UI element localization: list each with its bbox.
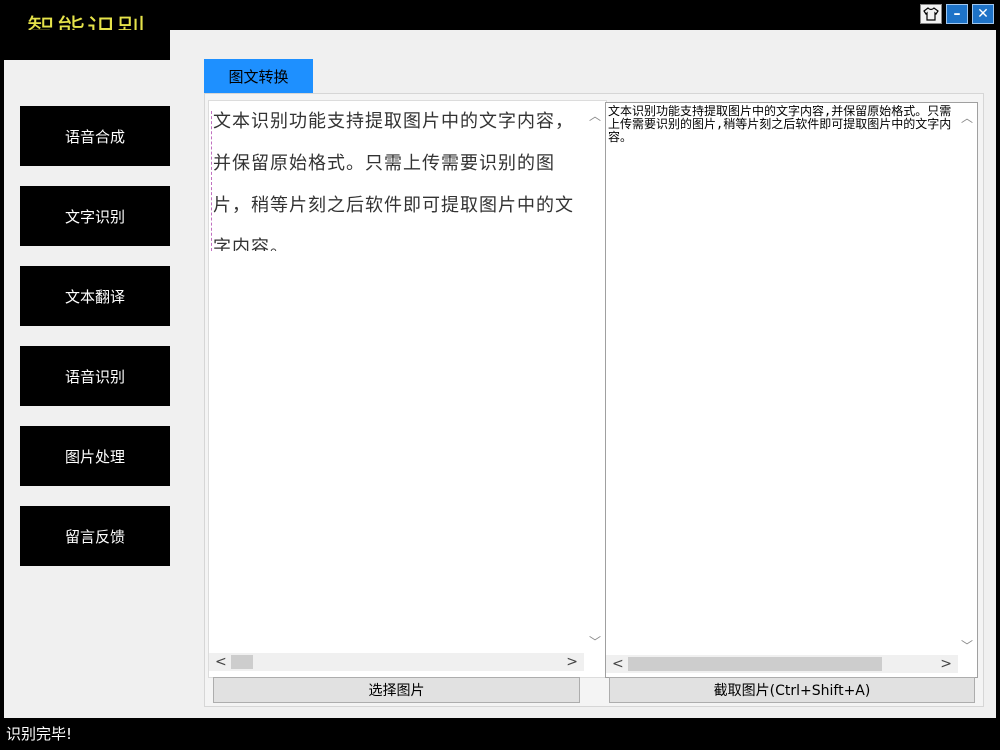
sidebar-item-image-processing[interactable]: 图片处理 (20, 426, 170, 486)
select-image-button[interactable]: 选择图片 (213, 677, 580, 703)
result-text: 文本识别功能支持提取图片中的文字内容,并保留原始格式。只需上传需要识别的图片,稍… (608, 105, 952, 144)
tab-label: 图文转换 (228, 67, 289, 86)
scroll-thumb[interactable] (628, 657, 882, 671)
shirt-icon (923, 7, 939, 21)
image-text-content: 文本识别功能支持提取图片中的文字内容，并保留原始格式。只需上传需要识别的图片，稍… (213, 111, 574, 251)
horizontal-scrollbar[interactable]: < > (209, 653, 584, 671)
scroll-thumb[interactable] (231, 655, 253, 669)
tab-image-text-conversion[interactable]: 图文转换 (204, 59, 313, 93)
sidebar-item-label: 文本翻译 (64, 287, 125, 306)
sidebar-item-label: 语音合成 (64, 127, 125, 146)
scroll-down-icon[interactable]: ﹀ (961, 637, 973, 654)
sidebar: 语音合成 文字识别 文本翻译 语音识别 图片处理 留言反馈 (20, 106, 170, 586)
sidebar-item-label: 语音识别 (64, 367, 125, 386)
sidebar-item-label: 图片处理 (64, 447, 125, 466)
window-controls: – ✕ (920, 4, 994, 24)
status-bar: 识别完毕! (0, 718, 1000, 750)
close-icon: ✕ (977, 6, 989, 22)
sidebar-item-speech-synthesis[interactable]: 语音合成 (20, 106, 170, 166)
scroll-right-icon[interactable]: > (566, 654, 578, 670)
minimize-button[interactable]: – (946, 4, 968, 24)
text-caret (211, 111, 212, 251)
scroll-down-icon[interactable]: ﹀ (589, 633, 601, 650)
sidebar-item-text-recognition[interactable]: 文字识别 (20, 186, 170, 246)
minimize-icon: – (953, 6, 961, 22)
image-preview-pane[interactable]: 文本识别功能支持提取图片中的文字内容，并保留原始格式。只需上传需要识别的图片，稍… (208, 100, 607, 678)
scroll-right-icon[interactable]: > (940, 656, 952, 672)
scroll-up-icon[interactable]: ︿ (961, 109, 973, 126)
result-textbox[interactable]: 文本识别功能支持提取图片中的文字内容,并保留原始格式。只需上传需要识别的图片,稍… (605, 102, 978, 678)
sidebar-item-label: 文字识别 (64, 207, 125, 226)
scroll-up-icon[interactable]: ︿ (589, 107, 601, 124)
scroll-left-icon[interactable]: < (215, 654, 227, 670)
close-button[interactable]: ✕ (972, 4, 994, 24)
status-text: 识别完毕! (6, 725, 73, 743)
sidebar-item-label: 留言反馈 (64, 527, 125, 546)
sidebar-item-speech-recognition[interactable]: 语音识别 (20, 346, 170, 406)
skin-button[interactable] (920, 4, 942, 24)
scroll-left-icon[interactable]: < (612, 656, 624, 672)
main-panel: 语音合成 文字识别 文本翻译 语音识别 图片处理 留言反馈 图文转换 文本识别功… (4, 30, 996, 718)
sidebar-item-text-translation[interactable]: 文本翻译 (20, 266, 170, 326)
sidebar-item-feedback[interactable]: 留言反馈 (20, 506, 170, 566)
horizontal-scrollbar[interactable]: < > (606, 655, 958, 673)
capture-image-button[interactable]: 截取图片(Ctrl+Shift+A) (609, 677, 975, 703)
